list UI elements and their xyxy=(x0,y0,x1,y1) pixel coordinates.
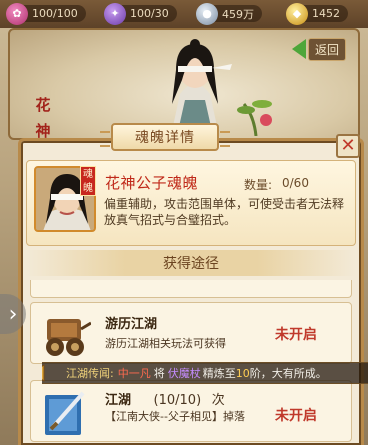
source-status: 未开启 xyxy=(275,408,317,424)
list-item[interactable]: 游历江湖 游历江湖相关玩法可获得 未开启 xyxy=(30,302,352,364)
energy-icon: ✦ xyxy=(104,2,126,25)
megaphone-icon xyxy=(42,364,45,382)
broadcast-player-name: 中一凡 xyxy=(117,367,151,380)
source-title: 游历江湖 xyxy=(105,317,158,332)
close-icon: ✕ xyxy=(340,135,356,156)
broadcast-action: 将 xyxy=(153,367,165,380)
gold-resource[interactable]: ◆ 1452 xyxy=(286,2,348,25)
source-description: 游历江湖相关玩法可获得 xyxy=(105,337,226,350)
obtain-section-header: 获得途径 xyxy=(26,250,356,276)
resource-bar: ✿ 100/100 ✦ 100/30 ● 459万 ◆ 1452 xyxy=(0,0,368,28)
cart-icon xyxy=(46,319,91,356)
broadcast-suffix: 阶，大有所成。 xyxy=(249,367,327,380)
soul-tag-badge: 魂魄 xyxy=(80,166,96,196)
stamina-resource[interactable]: ✿ 100/100 xyxy=(6,2,86,25)
source-title: 江湖 (10/10) 次 xyxy=(105,389,225,408)
close-button[interactable]: ✕ xyxy=(336,134,360,158)
quantity-value: 0/60 xyxy=(282,176,309,190)
back-label: 返回 xyxy=(308,37,347,61)
source-status: 未开启 xyxy=(275,327,317,343)
stamina-icon: ✿ xyxy=(6,2,28,25)
flower-decoration xyxy=(237,100,272,136)
source-description: 【江南大侠--父子相见】掉落 xyxy=(105,410,245,423)
silver-icon: ● xyxy=(196,2,218,25)
broadcast-level: 10 xyxy=(235,366,250,380)
broadcast-item: 伏魔杖 xyxy=(167,367,201,380)
chevron-right-icon: › xyxy=(8,301,18,327)
sword-book-icon xyxy=(45,391,85,435)
silver-resource[interactable]: ● 459万 xyxy=(196,2,262,25)
source-progress-unit: 次 xyxy=(211,393,225,408)
broadcast-refine: 精炼至 xyxy=(202,367,236,380)
gold-icon: ◆ xyxy=(286,2,308,25)
background-vertical-title: 花神 xyxy=(35,96,51,140)
item-name: 花神公子魂魄 xyxy=(105,174,199,192)
world-broadcast-marquee: 江湖传闻: 中一凡 将 伏魔杖 精炼至 10 阶，大有所成。 xyxy=(42,362,368,384)
broadcast-label: 江湖传闻: xyxy=(66,367,114,380)
energy-resource[interactable]: ✦ 100/30 xyxy=(104,2,177,25)
quantity-label: 数量: xyxy=(244,178,273,192)
list-item-partial xyxy=(30,280,352,298)
back-arrow-icon xyxy=(292,39,306,59)
modal-title: 魂魄详情 xyxy=(100,123,230,151)
source-progress: (10/10) xyxy=(153,393,202,408)
source-title-text: 江湖 xyxy=(105,393,132,408)
list-item[interactable]: 江湖 (10/10) 次 【江南大侠--父子相见】掉落 未开启 xyxy=(30,380,352,442)
back-button[interactable]: 返回 xyxy=(292,37,350,61)
item-description: 偏重辅助，攻击范围单体，可使受击者无法释放真气招式与合璧招式。 xyxy=(104,197,345,227)
